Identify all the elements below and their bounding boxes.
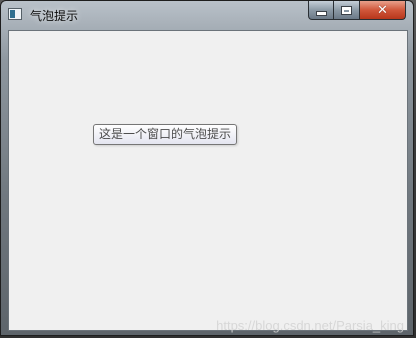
- close-icon: ✕: [377, 2, 388, 18]
- tooltip-text: 这是一个窗口的气泡提示: [99, 127, 232, 141]
- desktop-background: 气泡提示 ✕ 这是一个窗口的气泡提示 https://blog.csdn.net…: [0, 0, 416, 338]
- minimize-button[interactable]: [308, 1, 334, 20]
- balloon-tooltip: 这是一个窗口的气泡提示: [93, 124, 238, 145]
- maximize-icon: [341, 5, 352, 15]
- window-client-area[interactable]: 这是一个窗口的气泡提示: [8, 30, 408, 331]
- title-bar[interactable]: 气泡提示 ✕: [1, 1, 413, 29]
- app-window: 气泡提示 ✕ 这是一个窗口的气泡提示: [0, 0, 414, 336]
- window-app-icon[interactable]: [8, 8, 22, 20]
- watermark-text: https://blog.csdn.net/Parsia_king: [216, 318, 404, 333]
- minimize-icon: [315, 10, 327, 16]
- close-button[interactable]: ✕: [360, 1, 406, 20]
- window-title: 气泡提示: [30, 9, 79, 23]
- maximize-button[interactable]: [334, 1, 360, 20]
- window-controls: ✕: [308, 1, 406, 20]
